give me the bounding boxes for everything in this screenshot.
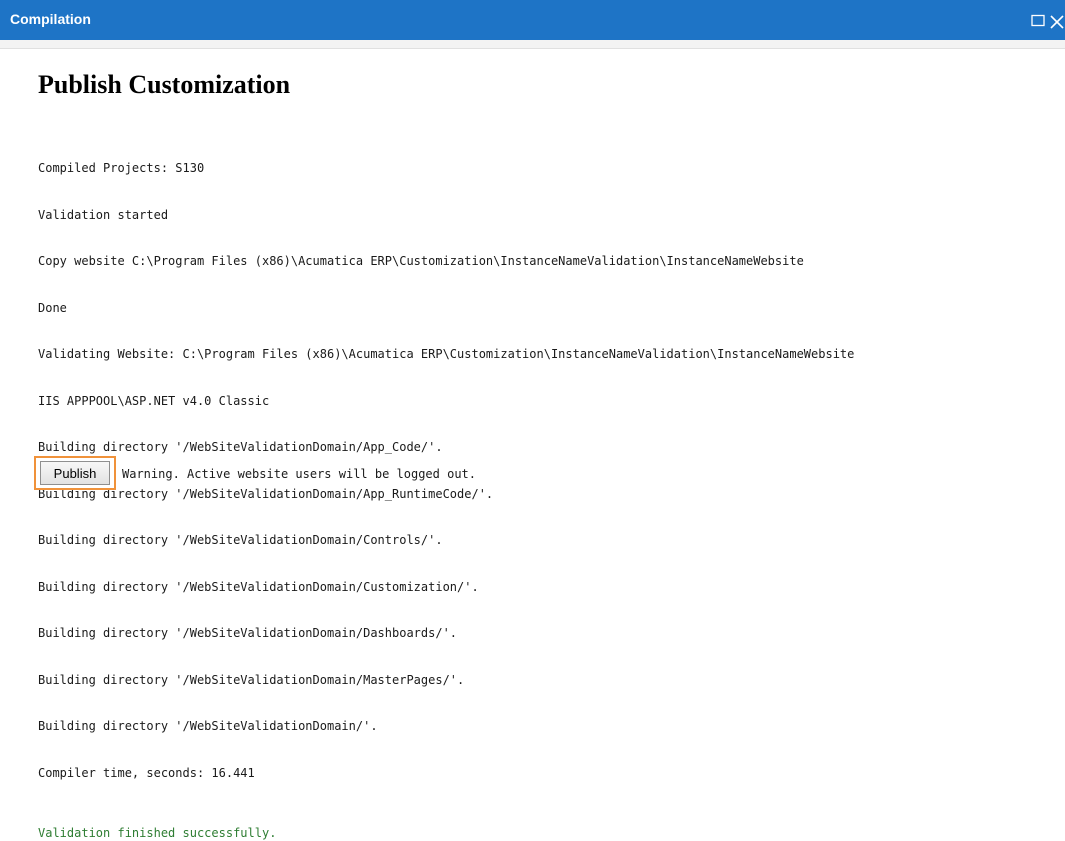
log-line: Compiled Projects: S130 (38, 161, 205, 175)
log-line: Done (38, 300, 67, 315)
log-line: Building directory '/WebSiteValidationDo… (38, 486, 494, 501)
log-line: Validating Website: C:\Program Files (x8… (38, 347, 855, 361)
log-line: IIS APPPOOL\ASP.NET v4.0 Classic (38, 393, 270, 408)
compilation-window: Compilation Publish Customization Compil… (0, 0, 1065, 840)
window-title: Compilation (10, 11, 91, 27)
log-line: Copy website C:\Program Files (x86)\Acum… (38, 254, 804, 268)
title-bar-divider (0, 40, 1065, 49)
log-line: Validation started (38, 207, 169, 222)
publish-button[interactable]: Publish (40, 461, 110, 485)
log-line: Building directory '/WebSiteValidationDo… (38, 719, 378, 733)
log-line: Building directory '/WebSiteValidationDo… (38, 579, 479, 594)
page-title: Publish Customization (38, 70, 291, 99)
content-panel: Publish Customization Compiled Projects:… (38, 70, 1058, 841)
close-icon[interactable] (1049, 14, 1065, 30)
log-line: Building directory '/WebSiteValidationDo… (38, 672, 465, 687)
log-line: Building directory '/WebSiteValidationDo… (38, 440, 443, 454)
log-line: Building directory '/WebSiteValidationDo… (38, 533, 443, 547)
logout-warning: Warning. Active website users will be lo… (122, 467, 477, 481)
maximize-icon[interactable] (1031, 14, 1045, 28)
title-bar: Compilation (0, 0, 1065, 40)
log-line: Building directory '/WebSiteValidationDo… (38, 626, 458, 640)
log-line: Compiler time, seconds: 16.441 (38, 765, 255, 780)
success-message: Validation finished successfully. (38, 826, 277, 840)
